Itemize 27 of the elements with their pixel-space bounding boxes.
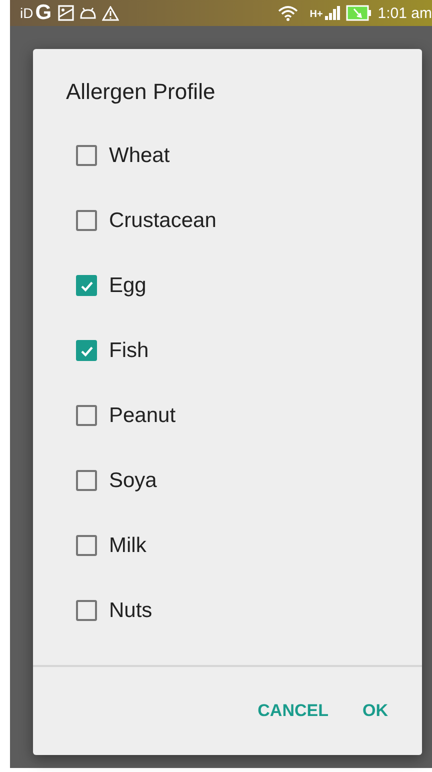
option-label[interactable]: Fish (109, 338, 149, 362)
checkbox[interactable] (76, 275, 97, 296)
dialog-title: Allergen Profile (65, 78, 216, 105)
option-label[interactable]: Milk (109, 534, 146, 558)
checkbox[interactable] (76, 145, 97, 166)
status-text: iD (20, 5, 34, 21)
robot-icon (80, 7, 96, 19)
option-label[interactable]: Soya (109, 468, 157, 492)
wifi-icon (278, 6, 298, 20)
checkbox[interactable] (76, 210, 97, 231)
checkbox[interactable] (76, 600, 97, 621)
clock-text: 1:01 am (378, 4, 432, 22)
option-label[interactable]: Wheat (109, 144, 170, 168)
status-text: G (35, 1, 52, 25)
image-icon (58, 5, 74, 21)
checkbox[interactable] (76, 470, 97, 491)
battery-icon (346, 5, 372, 21)
option-label[interactable]: Peanut (109, 404, 176, 428)
checkbox[interactable] (76, 535, 97, 556)
checkbox[interactable] (76, 340, 97, 361)
signal-icon (324, 6, 340, 20)
option-label[interactable]: Egg (109, 274, 146, 298)
network-text: H+ (310, 9, 323, 20)
option-label[interactable]: Crustacean (109, 208, 216, 232)
warning-icon (102, 6, 119, 20)
checkbox[interactable] (76, 405, 97, 426)
option-label[interactable]: Nuts (109, 598, 152, 622)
